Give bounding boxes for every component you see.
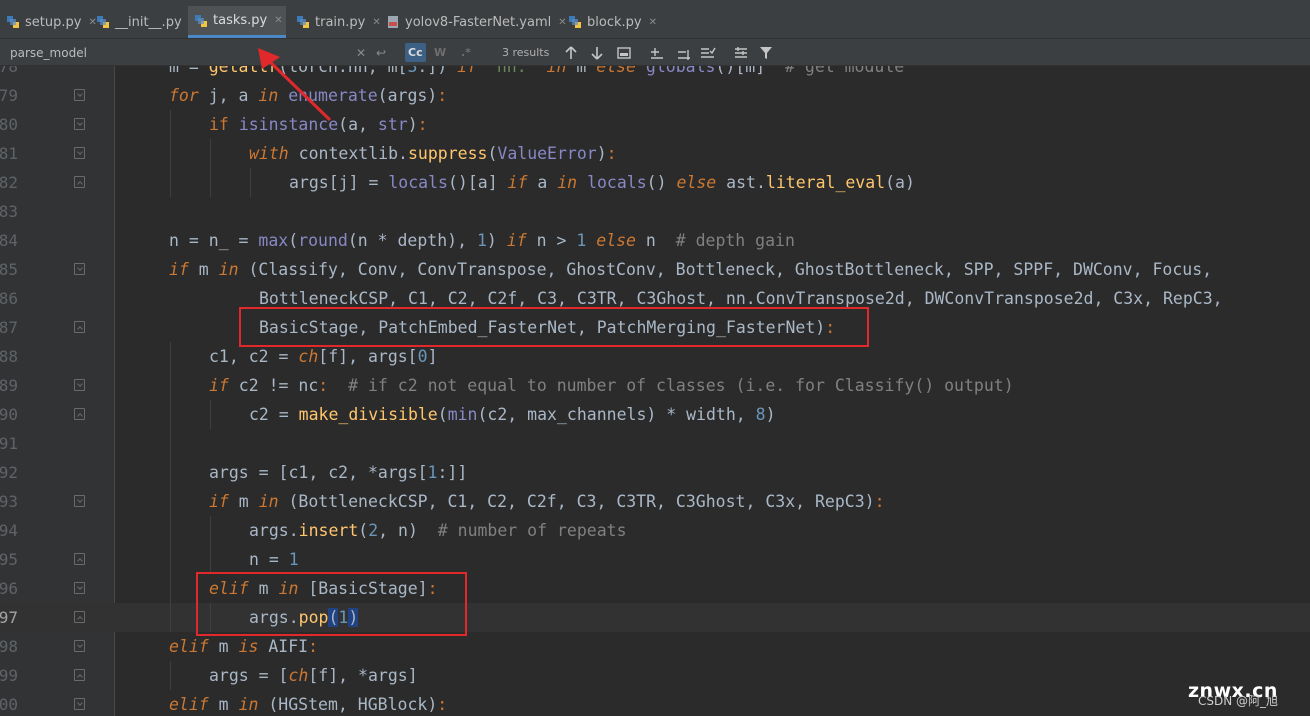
fold-marker-icon[interactable] (74, 118, 85, 130)
line-number: 99 (0, 666, 18, 685)
line-number: 98 (0, 637, 18, 656)
python-file-icon (96, 15, 110, 29)
line-number: 87 (0, 318, 18, 337)
fold-marker-icon[interactable] (74, 89, 85, 101)
tab-init-py[interactable]: __init__.py ✕ (90, 6, 203, 38)
fold-marker-icon[interactable] (74, 611, 85, 623)
code-line-80[interactable]: 80 if isinstance(a, str): (0, 110, 1310, 139)
add-selection-icon[interactable] (649, 43, 665, 62)
line-number: 97 (0, 608, 18, 627)
find-bar: ✕ ↩ Cc W .* 3 results (0, 38, 1310, 66)
search-results-count: 3 results (502, 46, 550, 59)
line-number: 92 (0, 463, 18, 482)
code-line-85[interactable]: 85 if m in (Classify, Conv, ConvTranspos… (0, 255, 1310, 284)
line-number: 95 (0, 550, 18, 569)
tab-block-py[interactable]: block.py ✕ (562, 6, 663, 38)
tab-label: train.py (315, 14, 366, 30)
fold-marker-icon[interactable] (74, 408, 85, 420)
line-number: 89 (0, 376, 18, 395)
line-number: 81 (0, 144, 18, 163)
code-line-81[interactable]: 81 with contextlib.suppress(ValueError): (0, 139, 1310, 168)
line-number: 82 (0, 173, 18, 192)
previous-occurrence-icon[interactable] (565, 43, 577, 62)
python-file-icon (296, 15, 310, 29)
code-line-84[interactable]: 84 n = n_ = max(round(n * depth), 1) if … (0, 226, 1310, 255)
fold-marker-icon[interactable] (74, 263, 85, 275)
code-line-89[interactable]: 89 if c2 != nc: # if c2 not equal to num… (0, 371, 1310, 400)
fold-marker-icon[interactable] (74, 640, 85, 652)
tab-label: block.py (587, 14, 642, 30)
line-number: 84 (0, 231, 18, 250)
whole-words-toggle[interactable]: W (434, 43, 446, 62)
line-number: 85 (0, 260, 18, 279)
fold-marker-icon[interactable] (74, 147, 85, 159)
code-line-98[interactable]: 98 elif m is AIFI: (0, 632, 1310, 661)
tab-label: yolov8-FasterNet.yaml (405, 14, 552, 30)
editor-tab-bar: setup.py ✕ __init__.py ✕ tasks.py ✕ trai… (0, 0, 1310, 38)
code-line-100[interactable]: 100 elif m in (HGStem, HGBlock): (0, 690, 1310, 716)
python-file-icon (194, 14, 208, 28)
line-number: 86 (0, 289, 18, 308)
fold-marker-icon[interactable] (74, 698, 85, 710)
fold-marker-icon[interactable] (74, 495, 85, 507)
search-input[interactable] (10, 43, 360, 62)
line-number: 96 (0, 579, 18, 598)
line-number: 90 (0, 405, 18, 424)
fold-marker-icon[interactable] (74, 669, 85, 681)
highlight-box-lines-96-97 (196, 572, 467, 636)
yaml-file-icon (386, 15, 400, 29)
code-line-93[interactable]: 93 if m in (BottleneckCSP, C1, C2, C2f, … (0, 487, 1310, 516)
code-line-79[interactable]: 79 for j, a in enumerate(args): (0, 81, 1310, 110)
search-history-icon[interactable]: ↩ (376, 43, 386, 62)
tab-label: tasks.py (213, 13, 268, 28)
tab-train-py[interactable]: train.py ✕ (290, 6, 387, 38)
code-line-94[interactable]: 94 args.insert(2, n) # number of repeats (0, 516, 1310, 545)
code-line-95[interactable]: 95 n = 1 (0, 545, 1310, 574)
tab-tasks-py[interactable]: tasks.py ✕ (188, 6, 286, 38)
code-line-82[interactable]: 82 args[j] = locals()[a] if a in locals(… (0, 168, 1310, 197)
highlight-box-line-87 (239, 307, 869, 347)
unselect-occurrence-icon[interactable] (676, 43, 692, 62)
line-number: 91 (0, 434, 18, 453)
line-number: 83 (0, 202, 18, 221)
line-number: 80 (0, 115, 18, 134)
line-number: 79 (0, 86, 18, 105)
fold-marker-icon[interactable] (74, 321, 85, 333)
fold-marker-icon[interactable] (74, 582, 85, 594)
credit-text: CSDN @阿_旭 (1198, 694, 1279, 708)
fold-marker-icon[interactable] (74, 176, 85, 188)
line-number: 88 (0, 347, 18, 366)
filter-options-icon[interactable] (734, 43, 748, 62)
code-line-91[interactable]: 91 (0, 429, 1310, 458)
line-number: 78 (0, 66, 18, 76)
tab-label: __init__.py (115, 14, 182, 30)
filter-funnel-icon[interactable] (759, 43, 773, 62)
match-case-toggle[interactable]: Cc (405, 43, 426, 62)
code-line-78[interactable]: 78 m = getattr(torch.nn, m[3:]) if 'nn.'… (0, 66, 1310, 81)
close-tab-icon[interactable]: ✕ (649, 17, 657, 28)
regex-toggle[interactable]: .* (461, 43, 471, 62)
code-line-90[interactable]: 90 c2 = make_divisible(min(c2, max_chann… (0, 400, 1310, 429)
show-all-occurrences-icon[interactable] (617, 43, 631, 62)
select-all-occurrences-icon[interactable] (700, 43, 716, 62)
fold-marker-icon[interactable] (74, 553, 85, 565)
tab-setup-py[interactable]: setup.py ✕ (0, 6, 103, 38)
code-line-99[interactable]: 99 args = [ch[f], *args] (0, 661, 1310, 690)
tab-yolov8-fasternet-yaml[interactable]: yolov8-FasterNet.yaml ✕ (380, 6, 573, 38)
clear-search-icon[interactable]: ✕ (356, 43, 366, 62)
code-line-83[interactable]: 83 (0, 197, 1310, 226)
python-file-icon (6, 15, 20, 29)
tab-label: setup.py (25, 14, 82, 30)
close-tab-icon[interactable]: ✕ (274, 15, 282, 26)
python-file-icon (568, 15, 582, 29)
next-occurrence-icon[interactable] (591, 43, 603, 62)
code-line-92[interactable]: 92 args = [c1, c2, *args[1:]] (0, 458, 1310, 487)
line-number: 100 (0, 695, 18, 714)
line-number: 94 (0, 521, 18, 540)
line-number: 93 (0, 492, 18, 511)
fold-marker-icon[interactable] (74, 379, 85, 391)
